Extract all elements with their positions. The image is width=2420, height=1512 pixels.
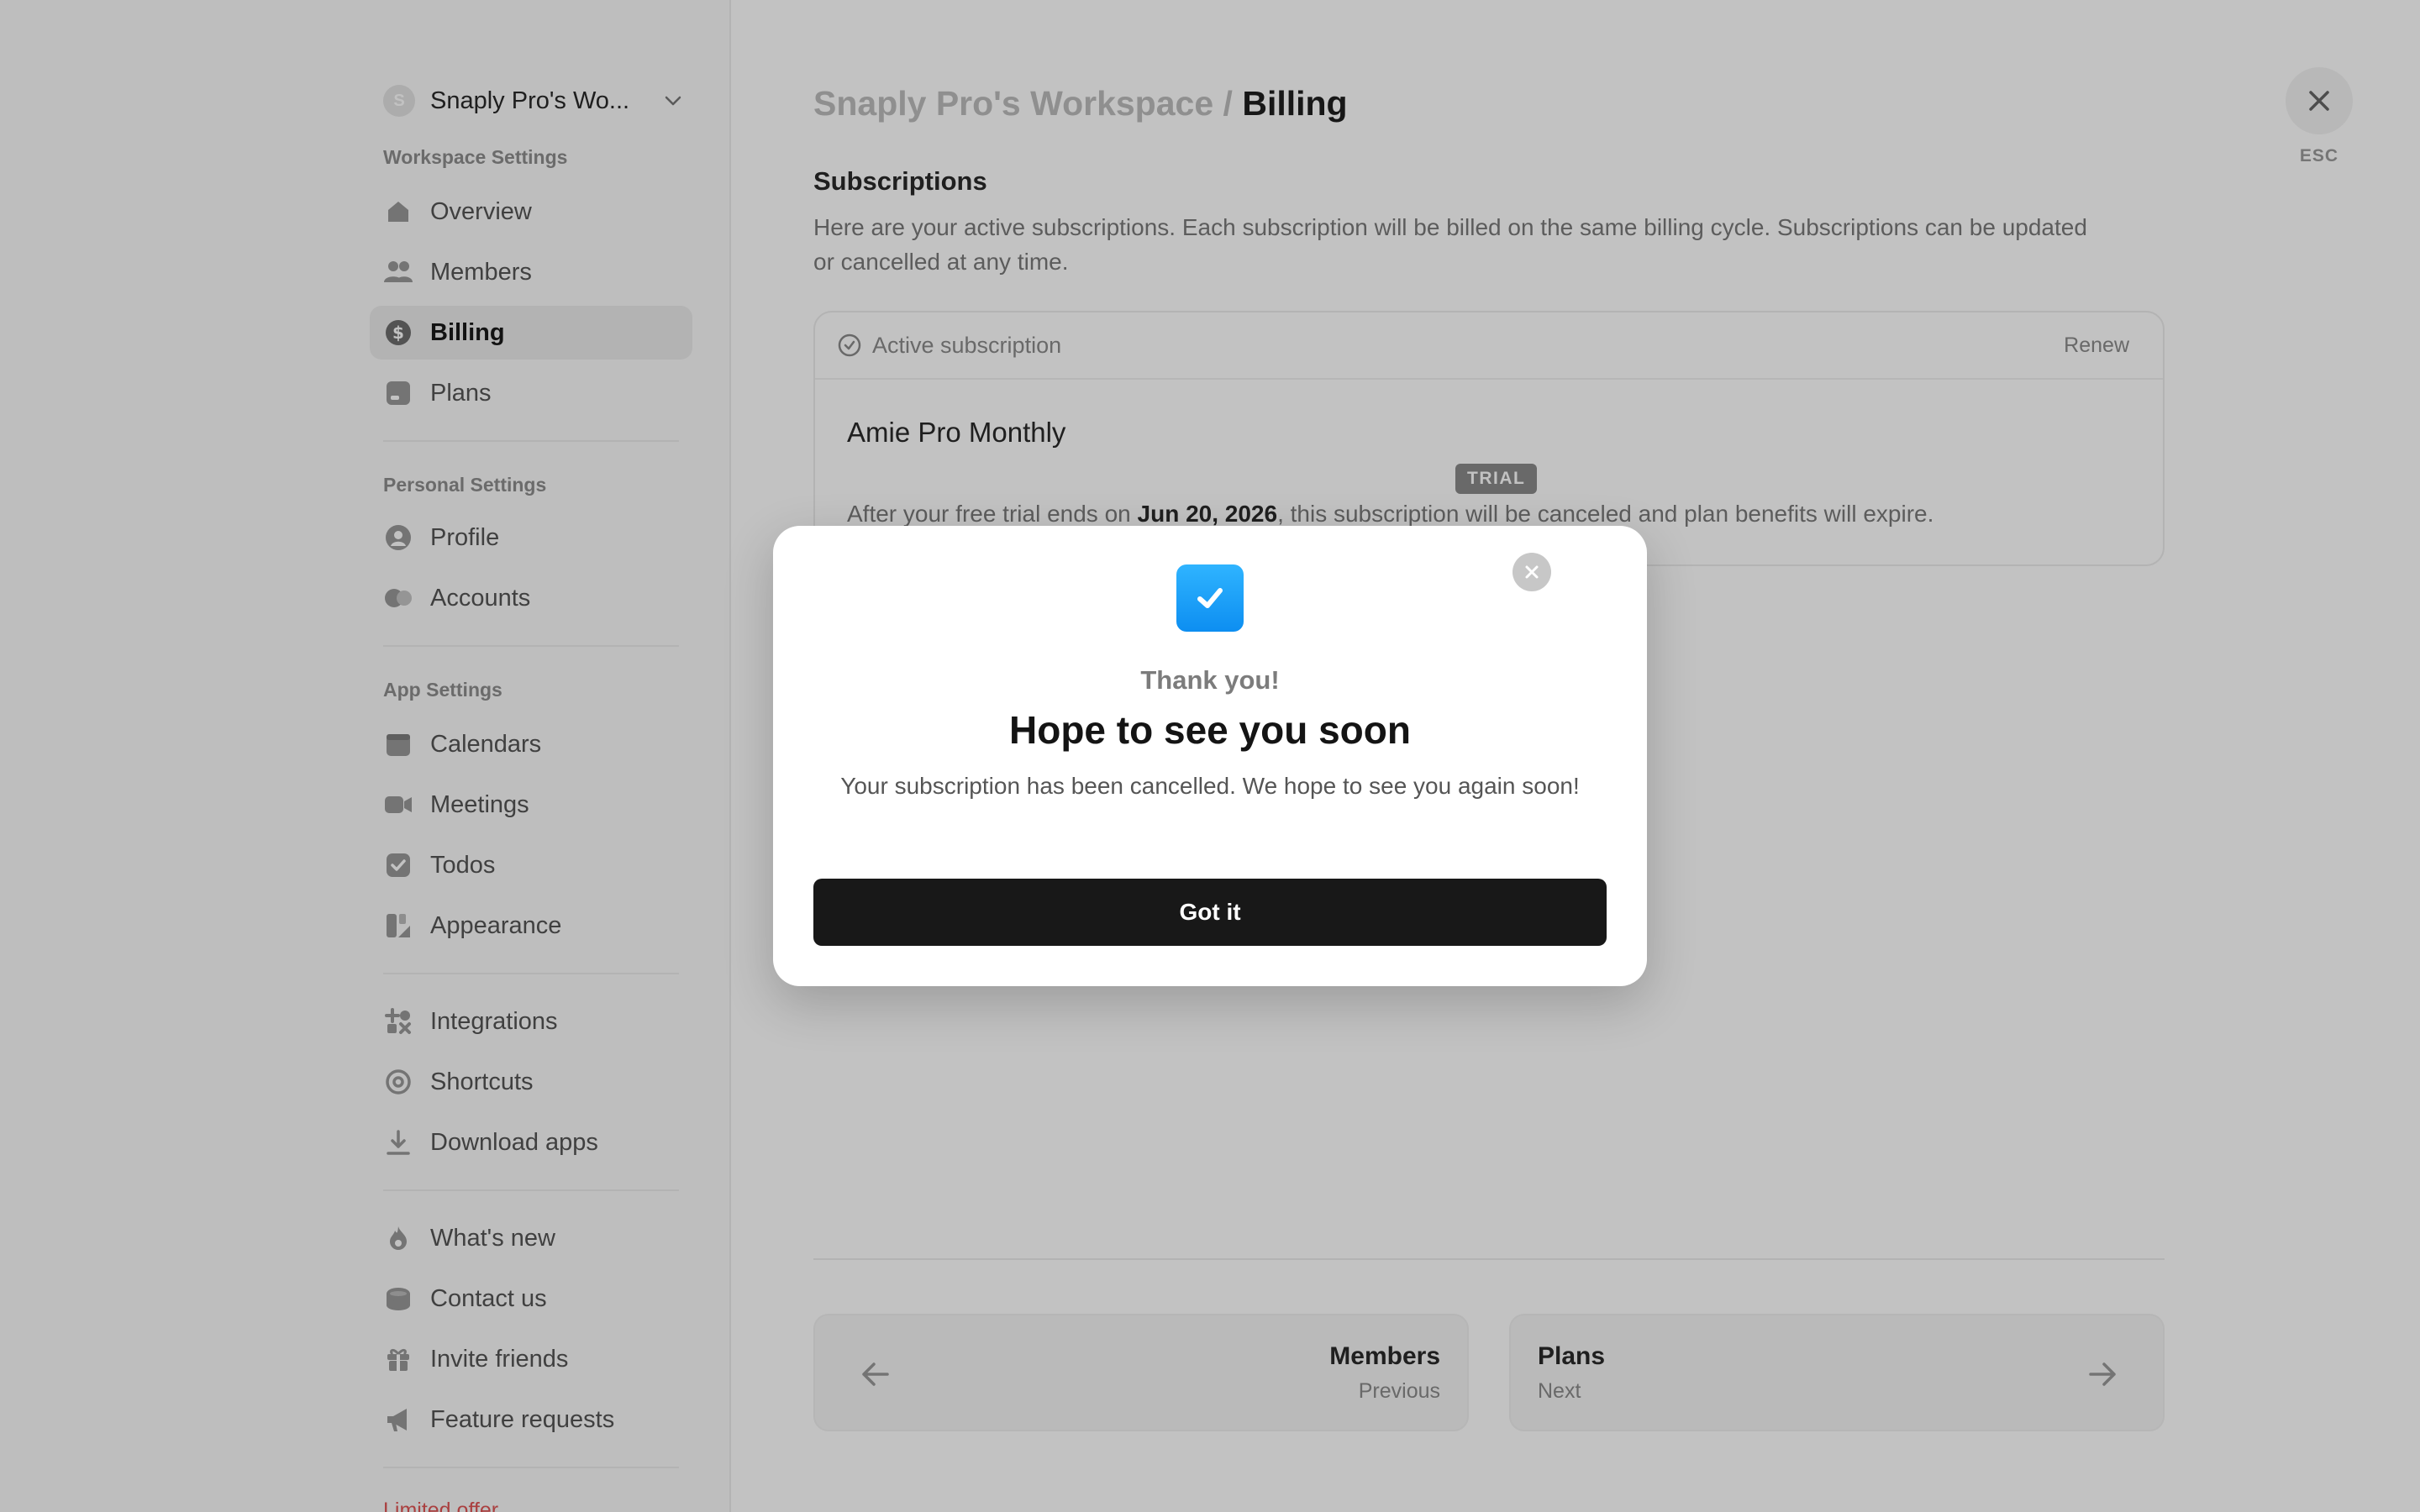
cancellation-confirmation-modal: Thank you! Hope to see you soon Your sub… (773, 526, 1647, 986)
got-it-button[interactable]: Got it (813, 879, 1607, 946)
checkmark-icon (1176, 564, 1244, 632)
modal-close-button[interactable] (1512, 553, 1551, 591)
modal-kicker: Thank you! (1140, 665, 1280, 695)
modal-body: Your subscription has been cancelled. We… (840, 773, 1580, 799)
modal-title: Hope to see you soon (1009, 708, 1411, 752)
settings-app: S Snaply Pro's Wo... Workspace Settings … (0, 0, 2420, 1512)
close-icon (1525, 565, 1539, 579)
